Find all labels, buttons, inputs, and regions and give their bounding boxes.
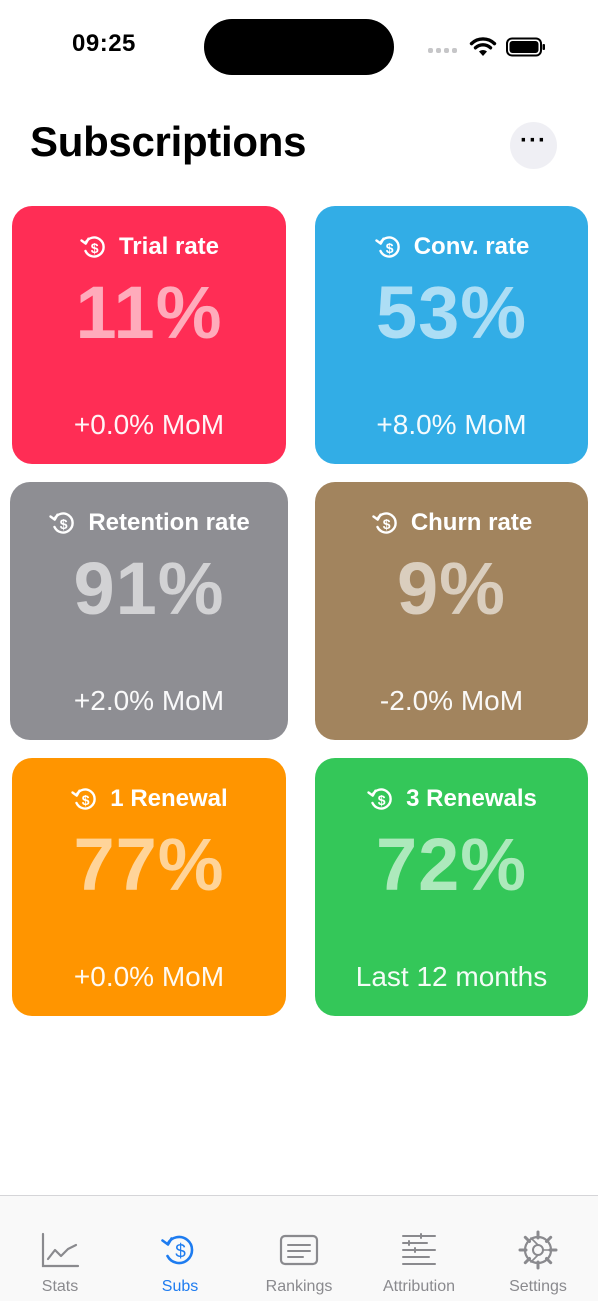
card-footer: +2.0% MoM (73, 685, 225, 716)
refresh-dollar-icon: $ (71, 788, 97, 810)
page-title: Subscriptions (30, 118, 307, 165)
conversion-rate-card[interactable]: $ Conv. rate 53% +8.0% MoM (315, 206, 588, 464)
three-renewals-card[interactable]: $ 3 Renewals 72% Last 12 months (315, 758, 588, 1016)
tab-label: Settings (509, 1278, 567, 1295)
wifi-icon (469, 37, 497, 56)
card-title: 3 Renewals (406, 785, 537, 812)
svg-text:$: $ (378, 792, 386, 808)
bars-list-icon (402, 1233, 436, 1265)
svg-text:$: $ (82, 792, 90, 808)
tab-attribution[interactable]: Attribution (359, 1196, 479, 1301)
refresh-dollar-icon: $ (367, 788, 392, 810)
card-value: 91% (73, 547, 225, 630)
churn-rate-card[interactable]: $ Churn rate 9% -2.0% MoM (315, 482, 588, 740)
refresh-dollar-icon: $ (161, 1235, 194, 1265)
card-title: Churn rate (410, 509, 533, 536)
refresh-dollar-icon: $ (80, 236, 105, 258)
card-value: 53% (375, 271, 528, 354)
status-bar: 09:25 (0, 0, 598, 90)
svg-text:$: $ (385, 240, 393, 256)
card-footer: +8.0% MoM (376, 409, 527, 440)
svg-text:$: $ (91, 240, 99, 256)
card-title: Trial rate (118, 233, 220, 260)
refresh-dollar-icon: $ (375, 236, 400, 258)
one-renewal-card[interactable]: $ 1 Renewal 77% +0.0% MoM (12, 758, 286, 1016)
ellipsis-icon: ··· (520, 126, 547, 154)
battery-icon (506, 37, 545, 57)
tab-stats[interactable]: Stats (0, 1196, 120, 1301)
gear-icon (518, 1230, 558, 1270)
refresh-dollar-icon: $ (49, 512, 75, 534)
tab-label: Attribution (382, 1278, 456, 1295)
tab-label: Subs (161, 1278, 199, 1295)
tab-label: Rankings (265, 1278, 333, 1295)
card-footer: +0.0% MoM (73, 409, 225, 440)
dynamic-island (204, 19, 394, 75)
svg-text:$: $ (175, 1242, 186, 1263)
card-title: 1 Renewal (110, 785, 228, 812)
card-value: 9% (397, 547, 506, 630)
tab-settings[interactable]: Settings (478, 1196, 598, 1301)
card-footer: -2.0% MoM (379, 685, 524, 716)
line-chart-icon (41, 1232, 80, 1268)
svg-text:$: $ (383, 516, 391, 532)
cellular-signal-icon (428, 43, 460, 53)
card-title: Retention rate (88, 509, 250, 536)
tab-label: Stats (41, 1278, 79, 1295)
more-options-button[interactable]: ··· (510, 122, 557, 169)
retention-rate-card[interactable]: $ Retention rate 91% +2.0% MoM (10, 482, 288, 740)
card-footer: Last 12 months (355, 961, 548, 992)
tab-bar: Stats $ Subs Rankings Attribution Settin… (0, 1195, 598, 1301)
card-footer: +0.0% MoM (73, 961, 225, 992)
status-time: 09:25 (72, 30, 136, 57)
svg-text:$: $ (60, 516, 68, 532)
card-value: 77% (73, 823, 225, 906)
card-title: Conv. rate (413, 233, 530, 260)
tab-subs[interactable]: $ Subs (120, 1196, 240, 1301)
card-value: 11% (75, 271, 223, 354)
refresh-dollar-icon: $ (372, 512, 397, 534)
trial-rate-card[interactable]: $ Trial rate 11% +0.0% MoM (12, 206, 286, 464)
card-value: 72% (375, 823, 528, 906)
list-card-icon (279, 1234, 319, 1266)
tab-rankings[interactable]: Rankings (239, 1196, 359, 1301)
